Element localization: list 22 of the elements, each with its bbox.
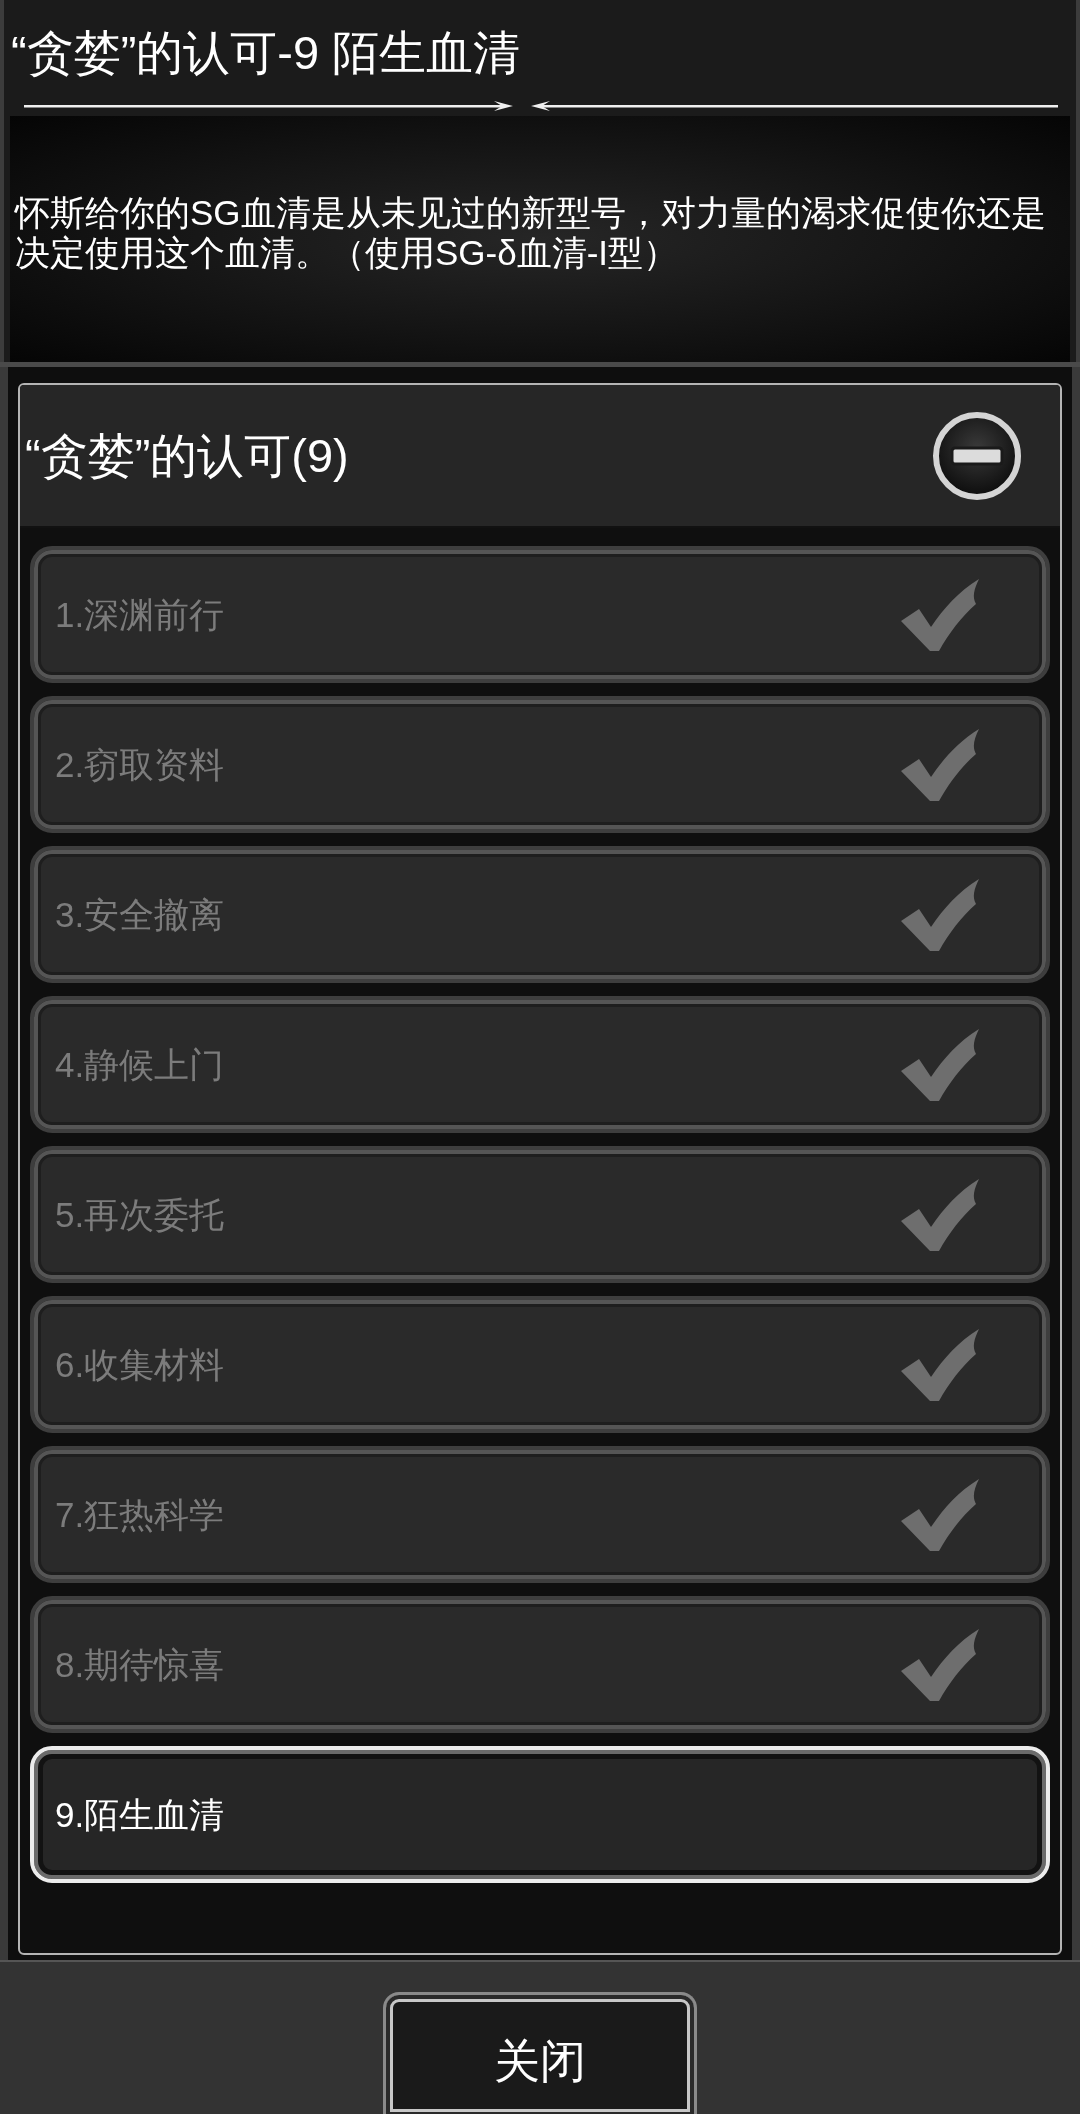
check-icon	[900, 1027, 980, 1102]
quest-step[interactable]: 5.再次委托	[30, 1146, 1050, 1283]
check-icon	[900, 877, 980, 952]
dialog-title: “贪婪”的认可-9 陌生血清	[11, 25, 521, 81]
quest-step[interactable]: 6.收集材料	[30, 1296, 1050, 1433]
quest-step[interactable]: 4.静候上门	[30, 996, 1050, 1133]
quest-step[interactable]: 3.安全撤离	[30, 846, 1050, 983]
check-icon	[900, 1627, 980, 1702]
quest-step[interactable]: 8.期待惊喜	[30, 1596, 1050, 1733]
quest-step[interactable]: 9.陌生血清	[30, 1746, 1050, 1883]
close-button[interactable]: 关闭	[383, 1992, 697, 2114]
quest-step[interactable]: 2.窃取资料	[30, 696, 1050, 833]
description-text: 怀斯给你的SG血清是从未见过的新型号，对力量的渴求促使你还是决定使用这个血清。（使用SG-δ血清-I型）	[15, 193, 1046, 273]
check-icon	[900, 1327, 980, 1402]
group-title: “贪婪”的认可(9)	[25, 427, 349, 484]
check-icon	[900, 727, 980, 802]
quest-step[interactable]: 1.深渊前行	[30, 546, 1050, 683]
check-icon	[900, 577, 980, 652]
check-icon	[900, 1477, 980, 1552]
minus-circle-icon[interactable]	[932, 410, 1022, 501]
quest-step[interactable]: 7.狂热科学	[30, 1446, 1050, 1583]
check-icon	[900, 1177, 980, 1252]
